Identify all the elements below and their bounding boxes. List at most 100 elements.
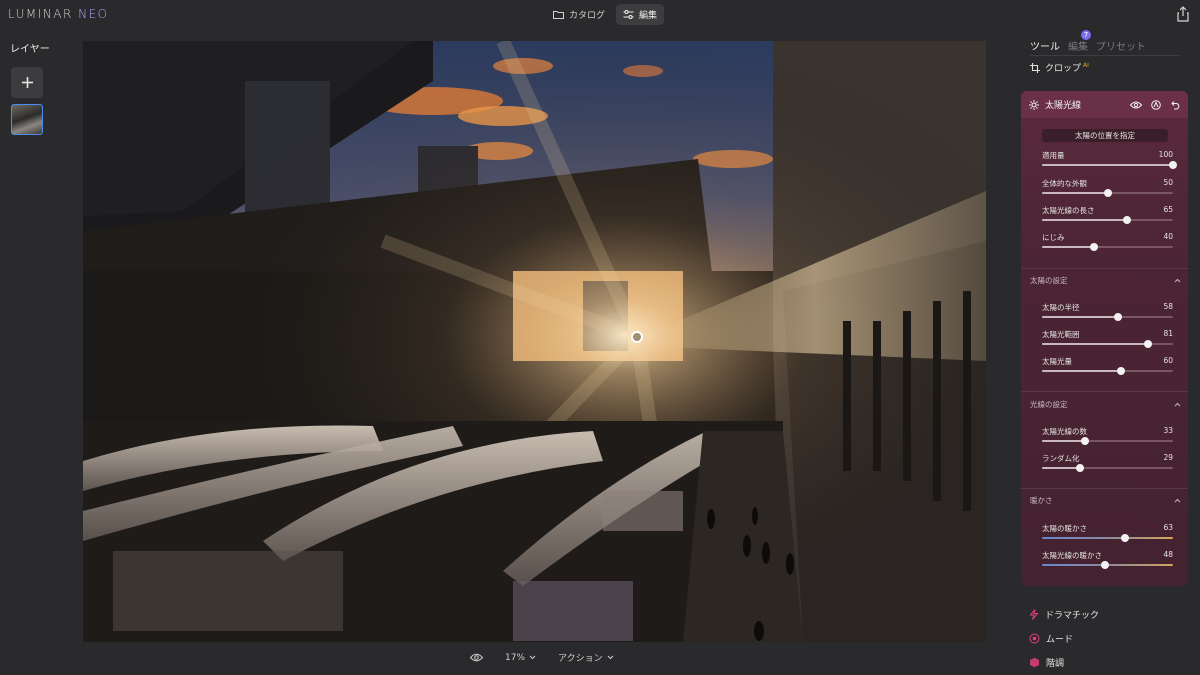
crop-label: クロップ	[1045, 64, 1082, 74]
slider-sun-amount[interactable]: 太陽光量 60	[1042, 356, 1173, 378]
section-title: 太陽の設定	[1030, 276, 1068, 285]
slider-track[interactable]	[1042, 161, 1177, 169]
slider-bleed[interactable]: にじみ 40	[1042, 232, 1173, 254]
crop-icon	[1030, 62, 1040, 73]
folder-icon	[553, 11, 564, 19]
tool-tone[interactable]: 階調	[1029, 650, 1099, 674]
place-sun-button[interactable]: 太陽の位置を指定	[1042, 129, 1168, 142]
slider-label: 太陽光量	[1042, 357, 1072, 366]
slider-track[interactable]	[1042, 367, 1173, 375]
slider-sun-radius[interactable]: 太陽の半径 58	[1042, 302, 1173, 324]
slider-ray-warmth[interactable]: 太陽光線の暖かさ 48	[1042, 550, 1173, 572]
slider-label: 太陽の暖かさ	[1042, 524, 1087, 533]
sun-position-handle[interactable]	[631, 331, 643, 343]
photo-canvas[interactable]	[83, 41, 986, 642]
slider-value: 48	[1163, 550, 1173, 559]
slider-track[interactable]	[1042, 313, 1173, 321]
section-header-sun[interactable]: 太陽の設定	[1030, 275, 1181, 286]
slider-label: 太陽の半径	[1042, 303, 1080, 312]
slider-label: 適用量	[1042, 151, 1065, 160]
zoom-level: 17%	[505, 652, 526, 663]
tab-edits[interactable]: 編集 7	[1068, 30, 1091, 53]
slider-track[interactable]	[1042, 243, 1173, 251]
slider-fill	[1042, 246, 1095, 248]
slider-fill	[1042, 219, 1128, 221]
slider-value: 63	[1163, 523, 1173, 532]
slider-value: 40	[1163, 232, 1173, 241]
slider-fill	[1042, 192, 1108, 194]
preview-toggle[interactable]	[470, 653, 483, 662]
tab-catalog[interactable]: カタログ	[546, 4, 612, 25]
tab-edits-label: 編集	[1068, 42, 1088, 53]
tab-edit[interactable]: 編集	[616, 4, 665, 25]
sun-icon	[1029, 99, 1039, 110]
slider-knob[interactable]	[1090, 243, 1099, 251]
chevron-down-icon	[529, 655, 536, 660]
slider-randomize[interactable]: ランダム化 29	[1042, 453, 1173, 475]
tab-tools[interactable]: ツール	[1030, 38, 1060, 53]
slider-value: 100	[1158, 150, 1173, 159]
slider-knob[interactable]	[1113, 313, 1122, 321]
tool-header[interactable]: 太陽光線	[1021, 91, 1188, 118]
plus-icon	[21, 77, 33, 88]
tab-presets[interactable]: プリセット	[1096, 38, 1146, 53]
sunrays-tool-panel: 太陽光線 太陽の位置を指定 適用量 100 全体的な外観 50 太陽光線の長さ	[1021, 91, 1188, 586]
mask-icon[interactable]	[1151, 99, 1161, 110]
slider-knob[interactable]	[1123, 216, 1132, 224]
slider-knob[interactable]	[1144, 340, 1153, 348]
layer-thumbnail[interactable]	[11, 104, 43, 135]
actions-dropdown[interactable]: アクション	[558, 651, 614, 664]
slider-knob[interactable]	[1169, 161, 1177, 169]
section-title: 光線の設定	[1030, 400, 1068, 409]
tool-mood[interactable]: ムード	[1029, 626, 1099, 650]
add-layer-button[interactable]	[11, 67, 43, 98]
slider-knob[interactable]	[1103, 189, 1112, 197]
section-header-rays[interactable]: 光線の設定	[1030, 399, 1181, 410]
slider-amount[interactable]: 適用量 100	[1042, 150, 1177, 172]
slider-label: にじみ	[1042, 233, 1065, 242]
slider-fill	[1042, 467, 1080, 469]
crop-tool[interactable]: クロップ AI	[1030, 61, 1089, 74]
tool-list: ドラマチック ムード 階調	[1029, 602, 1099, 674]
zoom-dropdown[interactable]: 17%	[505, 653, 536, 663]
slider-knob[interactable]	[1075, 464, 1084, 472]
right-panel-divider	[1030, 55, 1180, 56]
chevron-up-icon	[1174, 278, 1181, 283]
slider-knob[interactable]	[1081, 437, 1090, 445]
chevron-down-icon	[607, 655, 613, 660]
slider-sun-range[interactable]: 太陽光範囲 81	[1042, 329, 1173, 351]
slider-value: 58	[1163, 302, 1173, 311]
slider-value: 81	[1163, 329, 1173, 338]
slider-fill	[1042, 316, 1118, 318]
tool-label: ムード	[1046, 634, 1074, 645]
tool-dramatic[interactable]: ドラマチック	[1029, 602, 1099, 626]
slider-knob[interactable]	[1100, 561, 1109, 569]
section-header-warmth[interactable]: 暖かさ	[1030, 495, 1181, 506]
eye-icon[interactable]	[1130, 101, 1142, 109]
slider-fill	[1042, 164, 1173, 166]
reset-icon[interactable]	[1170, 100, 1180, 110]
slider-fill	[1042, 370, 1121, 372]
slider-track[interactable]	[1042, 464, 1173, 472]
slider-label: 太陽光範囲	[1042, 330, 1080, 339]
slider-ray-count[interactable]: 太陽光線の数 33	[1042, 426, 1173, 448]
slider-knob[interactable]	[1120, 534, 1129, 542]
section-divider	[1021, 268, 1188, 269]
slider-overall-look[interactable]: 全体的な外観 50	[1042, 178, 1173, 200]
share-icon[interactable]	[1176, 6, 1190, 22]
slider-label: 太陽光線の暖かさ	[1042, 551, 1102, 560]
slider-ray-length[interactable]: 太陽光線の長さ 65	[1042, 205, 1173, 227]
chevron-up-icon	[1174, 402, 1181, 407]
app-logo: LUMINAR NEO	[8, 7, 109, 21]
slider-track[interactable]	[1042, 189, 1173, 197]
slider-track[interactable]	[1042, 561, 1173, 569]
slider-track[interactable]	[1042, 216, 1173, 224]
slider-fill	[1042, 343, 1149, 345]
slider-value: 33	[1163, 426, 1173, 435]
slider-label: 太陽光線の長さ	[1042, 206, 1095, 215]
slider-track[interactable]	[1042, 340, 1173, 348]
slider-knob[interactable]	[1116, 367, 1125, 375]
slider-track[interactable]	[1042, 534, 1173, 542]
slider-sun-warmth[interactable]: 太陽の暖かさ 63	[1042, 523, 1173, 545]
slider-track[interactable]	[1042, 437, 1173, 445]
